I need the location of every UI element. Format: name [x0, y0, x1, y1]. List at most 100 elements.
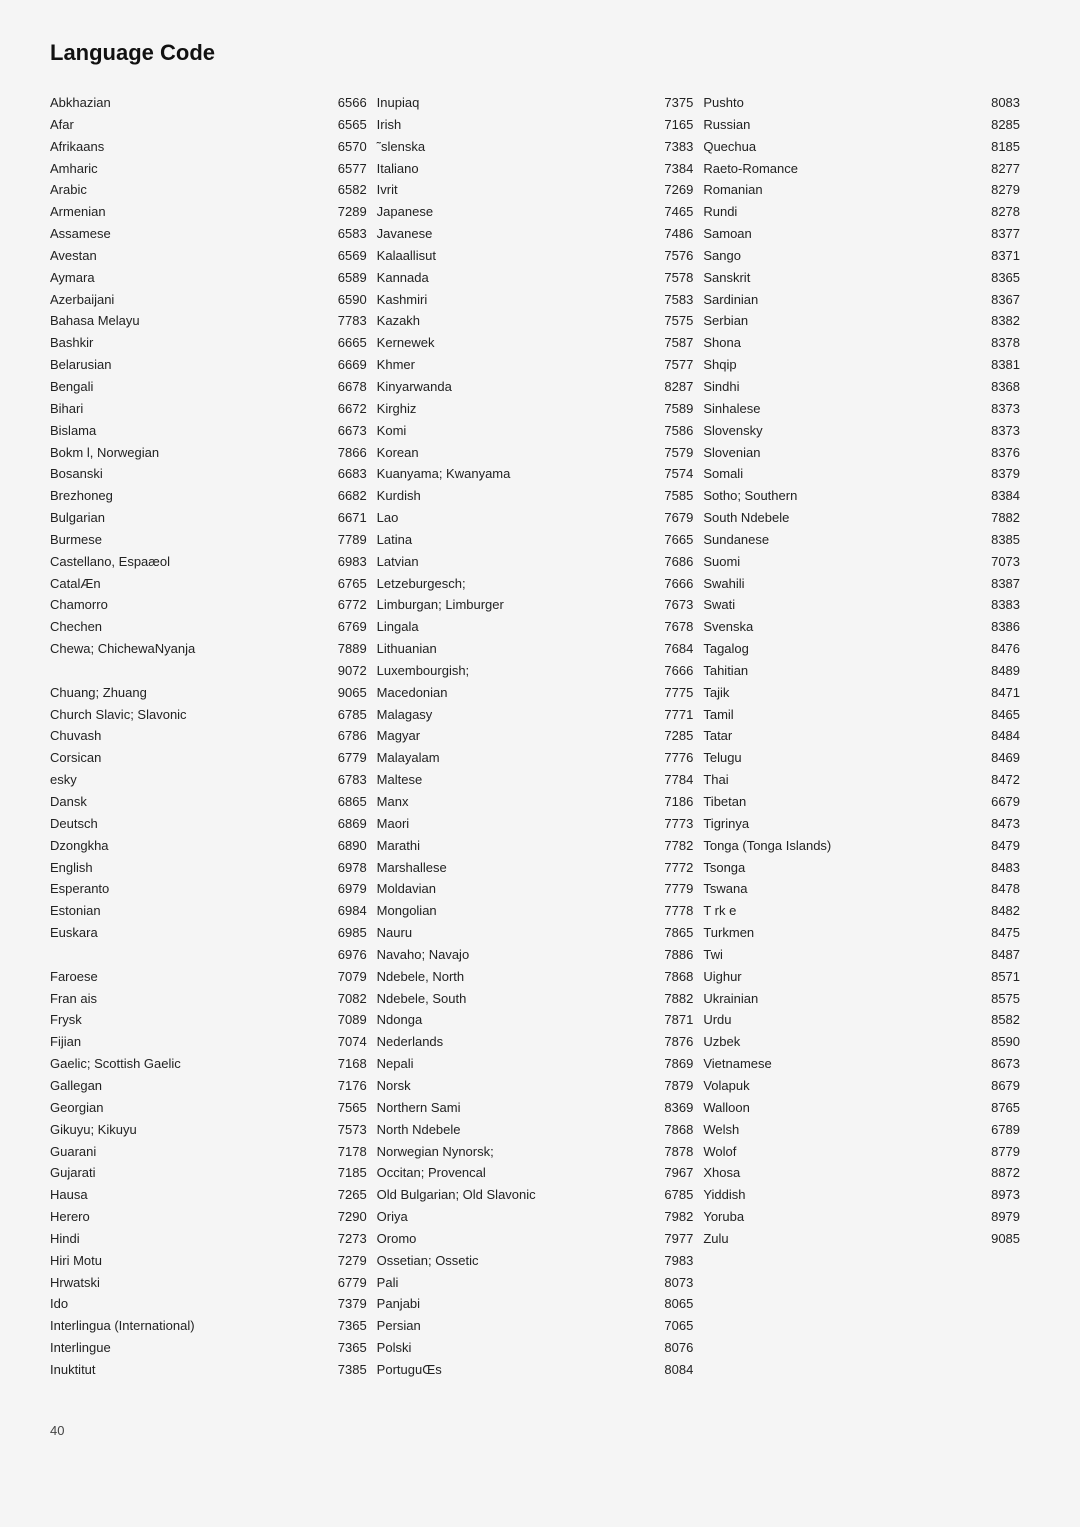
language-code: 7784	[655, 771, 693, 790]
language-code: 7168	[329, 1055, 367, 1074]
language-code: 8373	[982, 422, 1020, 441]
language-name: Azerbaijani	[50, 291, 329, 310]
language-code: 7789	[329, 531, 367, 550]
language-name: Sindhi	[703, 378, 982, 397]
language-name: Dzongkha	[50, 837, 329, 856]
language-code: 6665	[329, 334, 367, 353]
language-name: Brezhoneg	[50, 487, 329, 506]
list-item: Turkmen8475	[703, 924, 1020, 943]
language-code: 7385	[329, 1361, 367, 1380]
list-item: Chamorro6772	[50, 596, 367, 615]
list-item: Serbian8382	[703, 312, 1020, 331]
language-code: 8386	[982, 618, 1020, 637]
language-name: Interlingua (International)	[50, 1317, 329, 1336]
language-name: Suomi	[703, 553, 982, 572]
language-code: 7587	[655, 334, 693, 353]
list-item: Bahasa Melayu7783	[50, 312, 367, 331]
language-name: Occitan; Provencal	[377, 1164, 656, 1183]
language-name: Yiddish	[703, 1186, 982, 1205]
list-item: T rk e8482	[703, 902, 1020, 921]
language-name: English	[50, 859, 329, 878]
language-name: Yoruba	[703, 1208, 982, 1227]
language-name: Slovensky	[703, 422, 982, 441]
language-name: Letzeburgesch;	[377, 575, 656, 594]
language-code: 7865	[655, 924, 693, 943]
language-name: Chuang; Zhuang	[50, 684, 329, 703]
language-code: 7065	[655, 1317, 693, 1336]
language-code: 7782	[655, 837, 693, 856]
list-item: Slovenian8376	[703, 444, 1020, 463]
language-name: Castellano, Espaæol	[50, 553, 329, 572]
language-code: 6984	[329, 902, 367, 921]
language-name: Kernewek	[377, 334, 656, 353]
language-name: Bahasa Melayu	[50, 312, 329, 331]
language-name: Sanskrit	[703, 269, 982, 288]
language-code: 7868	[655, 968, 693, 987]
list-item: Norsk7879	[377, 1077, 694, 1096]
language-name: Belarusian	[50, 356, 329, 375]
list-item: Sindhi8368	[703, 378, 1020, 397]
language-name: Sinhalese	[703, 400, 982, 419]
language-name: Mongolian	[377, 902, 656, 921]
language-name: Zulu	[703, 1230, 982, 1249]
language-code: 7465	[655, 203, 693, 222]
language-code: 6582	[329, 181, 367, 200]
language-name: Tsonga	[703, 859, 982, 878]
language-name: Marshallese	[377, 859, 656, 878]
list-item: Avestan6569	[50, 247, 367, 266]
language-name: Xhosa	[703, 1164, 982, 1183]
list-item: English6978	[50, 859, 367, 878]
language-name: Ndebele, North	[377, 968, 656, 987]
list-item: Hindi7273	[50, 1230, 367, 1249]
language-code: 7269	[655, 181, 693, 200]
language-name: Japanese	[377, 203, 656, 222]
language-code: 8369	[655, 1099, 693, 1118]
language-code: 6779	[329, 749, 367, 768]
language-code: 7879	[655, 1077, 693, 1096]
language-code: 8279	[982, 181, 1020, 200]
language-code: 8575	[982, 990, 1020, 1009]
language-code: 8285	[982, 116, 1020, 135]
language-code: 6673	[329, 422, 367, 441]
language-name: Lao	[377, 509, 656, 528]
language-name: Old Bulgarian; Old Slavonic	[377, 1186, 656, 1205]
language-name: Italiano	[377, 160, 656, 179]
language-name: Arabic	[50, 181, 329, 200]
list-item: Tsonga8483	[703, 859, 1020, 878]
list-item: Deutsch6869	[50, 815, 367, 834]
list-item: North Ndebele7868	[377, 1121, 694, 1140]
language-name: Frysk	[50, 1011, 329, 1030]
language-name: Euskara	[50, 924, 329, 943]
language-code: 7089	[329, 1011, 367, 1030]
language-name: Chamorro	[50, 596, 329, 615]
language-code: 8368	[982, 378, 1020, 397]
list-item: Lao7679	[377, 509, 694, 528]
language-code: 6570	[329, 138, 367, 157]
language-code: 6583	[329, 225, 367, 244]
list-item: Dzongkha6890	[50, 837, 367, 856]
language-code: 7589	[655, 400, 693, 419]
language-code: 7486	[655, 225, 693, 244]
language-name: Armenian	[50, 203, 329, 222]
list-item: Old Bulgarian; Old Slavonic6785	[377, 1186, 694, 1205]
list-item: Fijian7074	[50, 1033, 367, 1052]
list-item: Occitan; Provencal7967	[377, 1164, 694, 1183]
language-name: Tswana	[703, 880, 982, 899]
list-item: Kannada7578	[377, 269, 694, 288]
list-item: Hrwatski6779	[50, 1274, 367, 1293]
list-item: Pushto8083	[703, 94, 1020, 113]
language-name: Irish	[377, 116, 656, 135]
language-code: 8083	[982, 94, 1020, 113]
language-name: Pali	[377, 1274, 656, 1293]
language-code: 7586	[655, 422, 693, 441]
language-name: Burmese	[50, 531, 329, 550]
language-code: 8484	[982, 727, 1020, 746]
list-item: Burmese7789	[50, 531, 367, 550]
page-number: 40	[50, 1423, 1030, 1438]
language-name: Hausa	[50, 1186, 329, 1205]
list-item: Bulgarian6671	[50, 509, 367, 528]
list-item: Uighur8571	[703, 968, 1020, 987]
language-code: 8872	[982, 1164, 1020, 1183]
list-item: Yiddish8973	[703, 1186, 1020, 1205]
language-code: 7379	[329, 1295, 367, 1314]
